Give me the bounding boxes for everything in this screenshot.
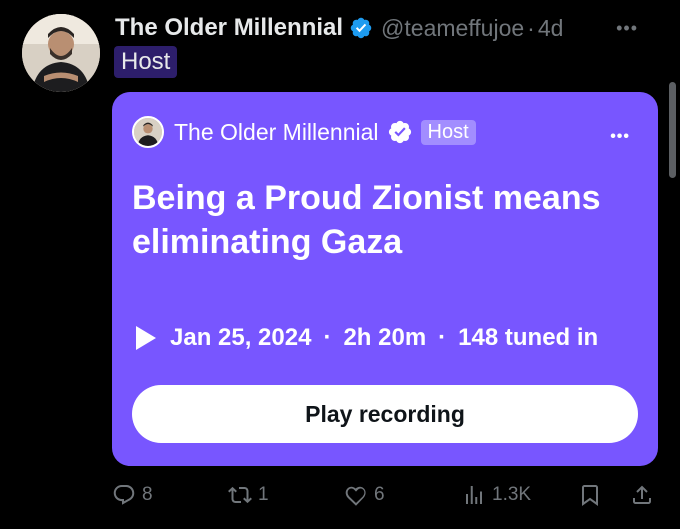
- space-card[interactable]: The Older Millennial Host ••• Being a Pr…: [112, 92, 658, 466]
- author-name[interactable]: The Older Millennial: [115, 14, 343, 42]
- space-host-name: The Older Millennial: [174, 118, 379, 145]
- host-tag: Host: [114, 46, 178, 78]
- bookmark-button[interactable]: [578, 480, 602, 510]
- space-host-avatar: [132, 116, 164, 148]
- meta-separator: ·: [323, 324, 332, 351]
- action-bar: 8 1 6 1.3K: [112, 480, 658, 510]
- post-time[interactable]: 4d: [538, 15, 564, 42]
- repost-count: 1: [258, 484, 269, 505]
- post-header: The Older Millennial @teameffujoe · 4d: [115, 12, 655, 44]
- author-handle[interactable]: @teameffujoe: [381, 15, 524, 42]
- space-card-more-button[interactable]: •••: [610, 128, 630, 146]
- repost-icon: [228, 486, 252, 504]
- like-count: 6: [374, 484, 385, 505]
- like-button[interactable]: 6: [344, 480, 385, 510]
- share-button[interactable]: [630, 480, 654, 510]
- scrollbar[interactable]: [669, 82, 676, 178]
- space-meta: Jan 25, 2024 · 2h 20m · 148 tuned in: [134, 324, 598, 352]
- reply-count: 8: [142, 484, 153, 505]
- author-avatar[interactable]: [22, 14, 100, 92]
- play-recording-button[interactable]: Play recording: [132, 385, 638, 443]
- space-duration: 2h 20m: [343, 324, 427, 351]
- play-icon: [136, 326, 156, 350]
- verified-badge-icon: [388, 120, 411, 144]
- space-tuned-in: 148 tuned in: [458, 324, 599, 351]
- share-icon: [633, 485, 651, 504]
- bookmark-icon: [582, 485, 598, 506]
- views-icon: [466, 486, 482, 504]
- repost-button[interactable]: 1: [228, 480, 269, 510]
- like-icon: [345, 486, 366, 506]
- views-button[interactable]: 1.3K: [462, 480, 531, 510]
- space-host-tag: Host: [420, 119, 476, 145]
- views-count: 1.3K: [492, 484, 532, 505]
- space-title: Being a Proud Zionist means eliminating …: [132, 179, 601, 261]
- header-separator: ·: [527, 14, 535, 41]
- reply-button[interactable]: 8: [112, 480, 153, 510]
- post-more-button[interactable]: •••: [616, 18, 638, 39]
- reply-icon: [113, 485, 135, 505]
- meta-separator: ·: [438, 324, 447, 351]
- space-date: Jan 25, 2024: [170, 324, 312, 351]
- space-card-header: The Older Millennial Host: [132, 116, 476, 148]
- verified-badge-icon: [350, 17, 372, 39]
